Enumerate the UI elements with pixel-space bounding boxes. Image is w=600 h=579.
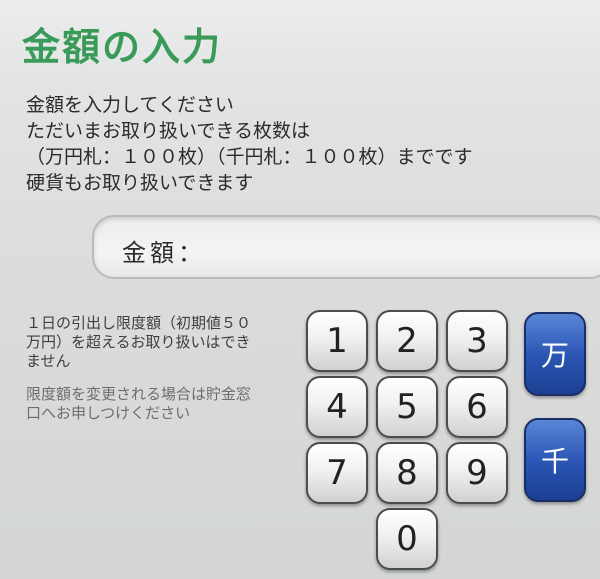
key-9[interactable]: 9: [446, 442, 508, 504]
atm-screen: 金額の入力 金額を入力してください ただいまお取り扱いできる枚数は （万円札：１…: [0, 0, 600, 579]
unit-sen-button[interactable]: 千: [524, 418, 586, 502]
key-3[interactable]: 3: [446, 310, 508, 372]
instruction-line: 硬貨もお取り扱いできます: [26, 172, 254, 194]
amount-label: 金額：: [122, 239, 206, 267]
amount-input-field[interactable]: 金額：: [92, 215, 600, 279]
key-0[interactable]: 0: [376, 508, 438, 570]
key-1[interactable]: 1: [306, 310, 368, 372]
key-6[interactable]: 6: [446, 376, 508, 438]
instruction-line: 金額を入力してください: [26, 94, 234, 116]
instruction-line: ただいまお取り扱いできる枚数は: [26, 120, 311, 142]
change-limit-note: 限度額を変更される場合は貯金窓口へお申しつけください: [26, 385, 252, 422]
key-5[interactable]: 5: [376, 376, 438, 438]
key-8[interactable]: 8: [376, 442, 438, 504]
instruction-line: （万円札：１００枚）（千円札：１００枚）までです: [26, 146, 473, 168]
key-2[interactable]: 2: [376, 310, 438, 372]
unit-man-button[interactable]: 万: [524, 312, 586, 396]
key-7[interactable]: 7: [306, 442, 368, 504]
page-title: 金額の入力: [22, 25, 223, 69]
limit-note: １日の引出し限度額（初期値５０万円）を超えるお取り扱いはできません: [26, 314, 252, 370]
key-4[interactable]: 4: [306, 376, 368, 438]
notes: １日の引出し限度額（初期値５０万円）を超えるお取り扱いはできません 限度額を変更…: [26, 314, 256, 437]
instructions: 金額を入力してください ただいまお取り扱いできる枚数は （万円札：１００枚）（千…: [26, 92, 473, 196]
